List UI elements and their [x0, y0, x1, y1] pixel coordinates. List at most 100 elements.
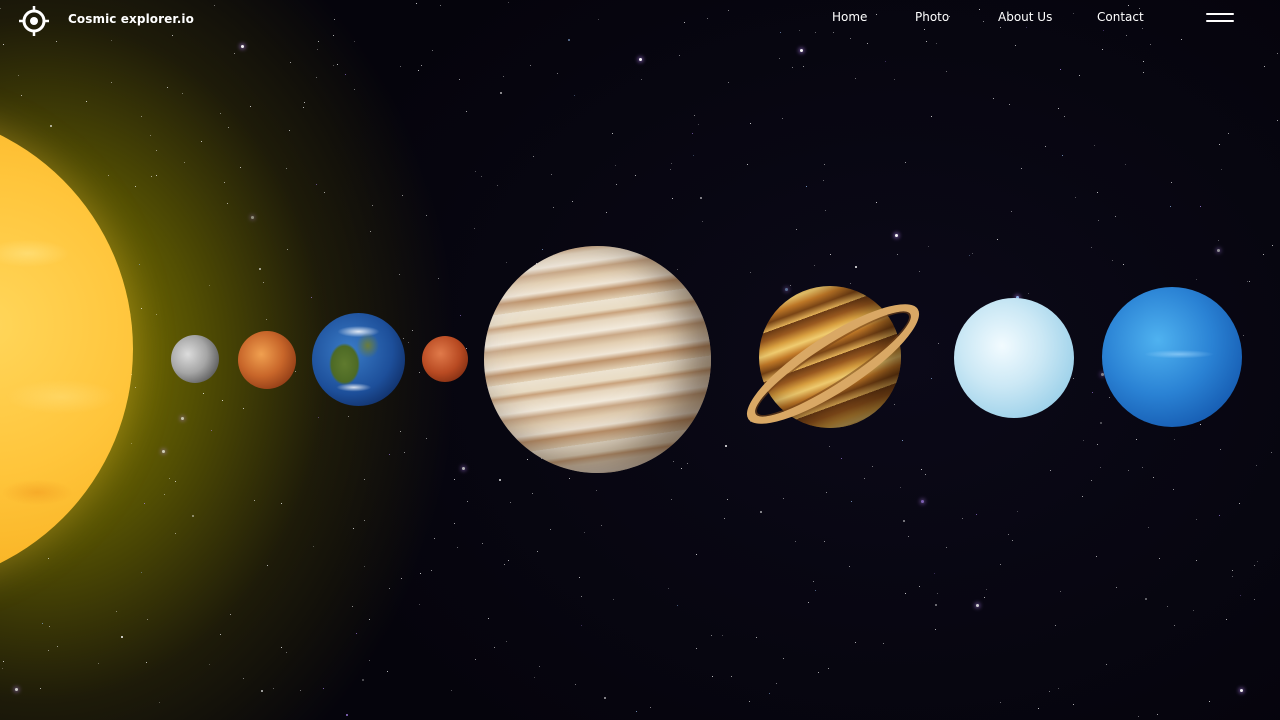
star-dot — [1143, 72, 1144, 73]
star-dot — [364, 566, 365, 567]
brand-name[interactable]: Cosmic explorer.io — [68, 12, 194, 26]
star-dot — [432, 50, 433, 51]
star-dot — [1123, 264, 1124, 265]
star-dot — [504, 564, 505, 565]
star-dot — [722, 635, 723, 636]
star-dot — [946, 71, 947, 72]
venus-image — [238, 331, 296, 389]
nav-about-us[interactable]: About Us — [998, 10, 1052, 24]
star-dot — [613, 599, 614, 600]
star-dot — [928, 246, 929, 247]
star-dot — [181, 417, 184, 420]
star-dot — [56, 41, 57, 42]
star-dot — [681, 468, 682, 469]
star-dot — [304, 102, 305, 103]
star-dot — [551, 174, 552, 175]
star-dot — [1264, 66, 1265, 67]
star-dot — [572, 201, 573, 202]
star-dot — [976, 514, 977, 515]
star-dot — [894, 79, 895, 80]
star-dot — [1106, 664, 1107, 665]
star-dot — [1011, 211, 1012, 212]
hamburger-menu-icon[interactable] — [1204, 11, 1236, 25]
star-dot — [243, 678, 244, 679]
compass-crosshair-icon[interactable] — [18, 5, 50, 37]
star-dot — [601, 525, 602, 526]
star-dot — [795, 541, 796, 542]
star-dot — [159, 702, 160, 703]
star-dot — [345, 74, 346, 75]
star-dot — [281, 647, 282, 648]
star-dot — [1277, 53, 1278, 54]
star-dot — [677, 605, 678, 606]
star-dot — [1226, 619, 1227, 620]
star-dot — [303, 107, 304, 108]
star-dot — [783, 498, 784, 499]
star-dot — [584, 532, 585, 533]
star-dot — [404, 452, 405, 453]
star-dot — [1173, 489, 1174, 490]
star-dot — [796, 229, 797, 230]
star-dot — [201, 141, 202, 142]
star-dot — [872, 466, 873, 467]
star-dot — [141, 572, 142, 573]
star-dot — [806, 186, 807, 187]
star-dot — [234, 53, 235, 54]
star-dot — [466, 348, 467, 349]
nav-contact[interactable]: Contact — [1097, 10, 1144, 24]
star-dot — [266, 319, 267, 320]
star-dot — [1098, 220, 1099, 221]
star-dot — [240, 167, 241, 168]
star-dot — [800, 49, 803, 52]
star-dot — [182, 93, 183, 94]
nav-photo[interactable]: Photo — [915, 10, 949, 24]
star-dot — [116, 611, 117, 612]
star-dot — [1254, 565, 1255, 566]
star-dot — [1174, 625, 1175, 626]
star-dot — [21, 95, 22, 96]
star-dot — [687, 463, 688, 464]
star-dot — [972, 253, 973, 254]
star-dot — [434, 538, 435, 539]
star-dot — [1218, 240, 1219, 241]
star-dot — [1083, 440, 1084, 441]
star-dot — [1028, 293, 1029, 294]
star-dot — [581, 625, 582, 626]
star-dot — [224, 182, 225, 183]
star-dot — [934, 573, 935, 574]
star-dot — [481, 176, 482, 177]
star-dot — [48, 650, 49, 651]
star-dot — [184, 162, 185, 163]
star-dot — [1000, 702, 1001, 703]
star-dot — [333, 65, 334, 66]
star-dot — [885, 61, 886, 62]
star-dot — [18, 75, 19, 76]
star-dot — [671, 163, 672, 164]
star-dot — [131, 443, 132, 444]
star-dot — [1277, 120, 1278, 121]
star-dot — [1116, 587, 1117, 588]
star-dot — [1058, 688, 1059, 689]
star-dot — [500, 92, 502, 94]
star-dot — [387, 671, 388, 672]
star-dot — [1096, 556, 1097, 557]
star-dot — [993, 98, 994, 99]
star-dot — [851, 501, 852, 502]
star-dot — [295, 371, 296, 372]
star-dot — [156, 314, 157, 315]
star-dot — [135, 387, 136, 388]
top-navbar: Cosmic explorer.io Home Photo About Us C… — [0, 0, 1280, 40]
star-dot — [419, 604, 420, 605]
star-dot — [261, 690, 263, 692]
star-dot — [146, 662, 147, 663]
star-dot — [508, 560, 509, 561]
star-dot — [1038, 708, 1039, 709]
star-dot — [220, 634, 221, 635]
star-dot — [750, 272, 751, 273]
star-dot — [534, 677, 535, 678]
star-dot — [855, 266, 857, 268]
star-dot — [813, 581, 814, 582]
star-dot — [323, 688, 324, 689]
nav-home[interactable]: Home — [832, 10, 867, 24]
star-dot — [313, 546, 314, 547]
